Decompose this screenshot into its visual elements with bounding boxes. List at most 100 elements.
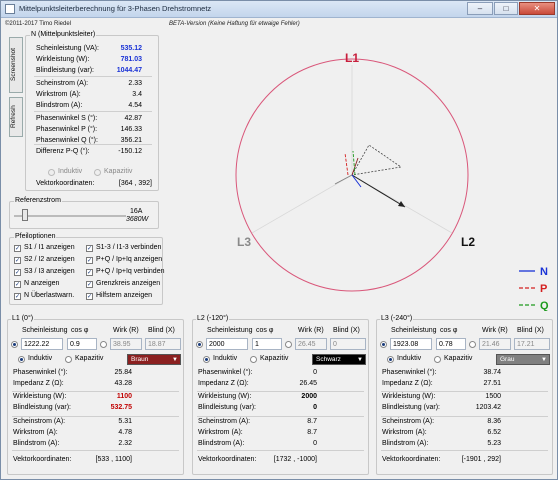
n-kapazitiv-label: Kapazitiv (104, 168, 133, 175)
phase-row-label: Wirkstrom (A): (13, 429, 58, 436)
separator (381, 391, 548, 392)
schein-radio[interactable] (196, 341, 203, 348)
n-row-label: Phasenwinkel Q (°): (36, 137, 98, 144)
phasor-p (344, 152, 349, 176)
option-checkbox-right[interactable]: ✓ (86, 293, 93, 300)
phase-vektor-label: Vektorkoordinaten: (382, 456, 441, 463)
phase-row-label: Wirkleistung (W): (13, 393, 67, 400)
wirk-radio[interactable] (285, 341, 292, 348)
wirk-input[interactable]: 21.46 (479, 338, 511, 350)
referenz-slider-thumb[interactable] (22, 209, 29, 221)
n-induktiv-radio[interactable] (48, 169, 55, 176)
option-checkbox-left[interactable]: ✓ (14, 245, 21, 252)
phase-row-value: 43.28 (114, 380, 132, 387)
blind-input[interactable]: 17.21 (514, 338, 550, 350)
referenz-slider-track[interactable] (14, 215, 126, 217)
phasor-l3 (334, 174, 353, 185)
induktiv-radio[interactable] (18, 356, 25, 363)
phase-row-value: 2000 (301, 393, 317, 400)
kapazitiv-radio[interactable] (65, 356, 72, 363)
option-label-left: S1 / I1 anzeigen (24, 244, 75, 251)
option-checkbox-right[interactable]: ✓ (86, 281, 93, 288)
n-kapazitiv-radio[interactable] (94, 169, 101, 176)
kapazitiv-label: Kapazitiv (260, 355, 289, 362)
induktiv-radio[interactable] (203, 356, 210, 363)
minimize-button[interactable]: – (467, 2, 493, 15)
n-row-value: 356.21 (120, 137, 142, 144)
phase-row-label: Scheinstrom (A): (382, 418, 435, 425)
phase-row-value: 27.51 (483, 380, 501, 387)
phase-title: L3 (-240°) (380, 315, 414, 322)
separator (381, 450, 548, 451)
phase-row-value: 0 (313, 404, 317, 411)
phase-row-label: Blindstrom (A): (382, 440, 429, 447)
label-l2: L2 (461, 235, 475, 249)
phase-row-label: Impedanz Z (Ω): (198, 380, 249, 387)
option-checkbox-left[interactable]: ✓ (14, 257, 21, 264)
color-select[interactable]: Grau ▼ (496, 354, 550, 365)
option-checkbox-right[interactable]: ✓ (86, 245, 93, 252)
color-select-value: Braun (131, 356, 149, 363)
phase-row-label: Wirkleistung (W): (382, 393, 436, 400)
phase-row-label: Impedanz Z (Ω): (13, 380, 64, 387)
cos-input[interactable]: 0.78 (436, 338, 466, 350)
close-button[interactable]: ✕ (519, 2, 555, 15)
refresh-tab[interactable]: Refresh (9, 97, 23, 137)
option-checkbox-left[interactable]: ✓ (14, 281, 21, 288)
option-label-right: S1-3 / I1-3 verbinden (96, 244, 162, 251)
option-checkbox-right[interactable]: ✓ (86, 257, 93, 264)
referenzstrom-title: Referenzstrom (14, 197, 62, 204)
cos-input[interactable]: 1 (252, 338, 282, 350)
kapazitiv-radio[interactable] (250, 356, 257, 363)
phase-row-value: 1203.42 (475, 404, 501, 411)
schein-input[interactable]: 2000 (206, 338, 248, 350)
phase-row-label: Blindstrom (A): (13, 440, 60, 447)
phase-vektor-value: [533 , 1100] (95, 456, 132, 463)
wirk-input[interactable]: 38.95 (110, 338, 142, 350)
referenz-current: 16A (130, 208, 143, 215)
blind-input[interactable]: 18.87 (145, 338, 181, 350)
induktiv-radio[interactable] (387, 356, 394, 363)
separator (381, 416, 548, 417)
axis-l3 (251, 174, 353, 234)
separator (197, 416, 364, 417)
legend-label: N (540, 266, 548, 278)
option-checkbox-left[interactable]: ✓ (14, 293, 21, 300)
maximize-button[interactable]: □ (494, 2, 518, 15)
n-vektor-label: Vektorkoordinaten: (36, 180, 95, 187)
color-select[interactable]: Schwarz ▼ (312, 354, 366, 365)
wirk-header: Wirk (R) (298, 327, 324, 334)
option-checkbox-left[interactable]: ✓ (14, 269, 21, 276)
blind-input[interactable]: 0 (330, 338, 366, 350)
phase-row-label: Blindstrom (A): (198, 440, 245, 447)
wirk-header: Wirk (R) (482, 327, 508, 334)
n-row-value: 2.33 (128, 80, 142, 87)
induktiv-label: Induktiv (28, 355, 53, 362)
color-select[interactable]: Braun ▼ (127, 354, 181, 365)
wirk-radio[interactable] (469, 341, 476, 348)
cos-input[interactable]: 0.9 (67, 338, 97, 350)
schein-radio[interactable] (380, 341, 387, 348)
wirk-radio[interactable] (100, 341, 107, 348)
n-row-value: 535.12 (120, 45, 142, 52)
chevron-down-icon: ▼ (541, 357, 547, 363)
schein-radio[interactable] (11, 341, 18, 348)
schein-input[interactable]: 1923.08 (390, 338, 432, 350)
n-row-label: Scheinstrom (A): (36, 80, 89, 87)
n-row-label: Blindstrom (A): (36, 102, 83, 109)
wirk-input[interactable]: 26.45 (295, 338, 327, 350)
phase-row-value: 2.32 (118, 440, 132, 447)
screenshot-tab[interactable]: Screenshot (9, 37, 23, 93)
n-row-value: 42.87 (124, 115, 142, 122)
schein-input[interactable]: 1222.22 (21, 338, 63, 350)
separator (34, 111, 152, 112)
phase-row-value: 5.31 (118, 418, 132, 425)
referenz-power: 3680W (126, 216, 149, 223)
kapazitiv-radio[interactable] (434, 356, 441, 363)
option-checkbox-right[interactable]: ✓ (86, 269, 93, 276)
kapazitiv-label: Kapazitiv (444, 355, 473, 362)
phase-panel-1: L1 (0°) Scheinleistung cos φ Wirk (R) Blind … (7, 315, 184, 475)
phase-row-label: Impedanz Z (Ω): (382, 380, 433, 387)
phase-row-label: Wirkstrom (A): (198, 429, 243, 436)
chevron-down-icon: ▼ (172, 357, 178, 363)
